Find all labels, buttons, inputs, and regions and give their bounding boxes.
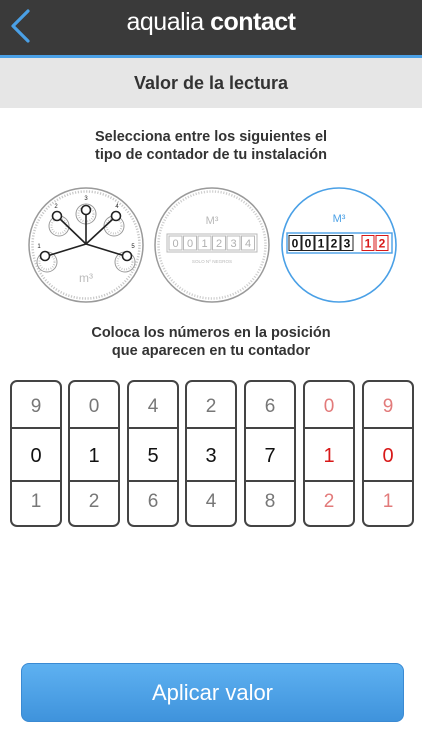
wheel-next-digit[interactable]: 2 [70, 482, 118, 525]
meter-digit: 0 [305, 237, 312, 251]
meter-caption: SOLO Nº NEGROS [192, 259, 232, 264]
meter-unit-label: m³ [79, 271, 93, 285]
wheel-current-digit: 7 [246, 427, 294, 482]
digit-wheel-3[interactable]: 4 5 6 [127, 380, 179, 527]
dial-meter-option[interactable]: 3 2 4 1 5 m³ [27, 186, 145, 304]
instruction-line: que aparecen en tu contador [111, 343, 311, 359]
app-header: aqualia contact [0, 0, 422, 55]
wheel-current-digit: 5 [129, 427, 177, 482]
meter-digit: 2 [331, 237, 338, 251]
wheel-previous-digit[interactable]: 0 [305, 382, 353, 427]
page-title: Valor de la lectura [133, 72, 289, 93]
meter-digit: 2 [216, 238, 222, 250]
black-red-digits-meter-icon: M³ 0 0 1 2 3 1 2 [281, 187, 397, 303]
black-red-digits-meter-option[interactable]: M³ 0 0 1 2 3 1 2 [280, 186, 398, 304]
meter-unit-label: M³ [206, 215, 219, 227]
wheel-current-digit: 0 [12, 427, 60, 482]
instruction-line: Coloca los números en la posición [91, 325, 331, 341]
logo-text-aqualia: aqualia [126, 8, 205, 36]
wheel-next-digit[interactable]: 2 [305, 482, 353, 525]
logo-text-contact: contact [210, 8, 296, 36]
meter-digit: 3 [344, 237, 351, 251]
meter-red-digit: 1 [365, 237, 372, 251]
wheel-current-digit: 3 [187, 427, 235, 482]
digit-position-instructions: Coloca los números en la posición que ap… [0, 324, 422, 360]
black-digits-meter-icon: M³ 0 0 1 2 3 4 SOLO Nº NEGROS [154, 187, 270, 303]
meter-digit: 3 [230, 238, 236, 250]
digit-wheel-2[interactable]: 0 1 2 [68, 380, 120, 527]
apply-value-button[interactable]: Aplicar valor [21, 663, 404, 722]
meter-type-instructions: Selecciona entre los siguientes el tipo … [0, 128, 422, 164]
wheel-previous-digit[interactable]: 9 [364, 382, 412, 427]
digit-wheel-4[interactable]: 2 3 4 [185, 380, 237, 527]
black-digits-meter-option[interactable]: M³ 0 0 1 2 3 4 SOLO Nº NEGROS [153, 186, 271, 304]
wheel-current-digit: 0 [364, 427, 412, 482]
wheel-previous-digit[interactable]: 2 [187, 382, 235, 427]
wheel-previous-digit[interactable]: 6 [246, 382, 294, 427]
meter-digit: 4 [245, 238, 251, 250]
wheel-next-digit[interactable]: 6 [129, 482, 177, 525]
meter-digit: 0 [187, 238, 193, 250]
meter-red-digit: 2 [379, 237, 386, 251]
instruction-line: Selecciona entre los siguientes el [94, 129, 328, 145]
wheel-previous-digit[interactable]: 9 [12, 382, 60, 427]
wheel-current-digit: 1 [305, 427, 353, 482]
meter-unit-label: M³ [333, 213, 346, 225]
digit-wheel-5[interactable]: 6 7 8 [244, 380, 296, 527]
wheel-current-digit: 1 [70, 427, 118, 482]
meter-digit: 1 [201, 238, 207, 250]
app-logo: aqualia contact [0, 8, 422, 37]
meter-digit: 0 [292, 237, 299, 251]
page-title-bar: Valor de la lectura [0, 58, 422, 108]
meter-digit: 0 [172, 238, 178, 250]
instruction-line: tipo de contador de tu instalación [94, 147, 327, 163]
dial-meter-icon: 3 2 4 1 5 m³ [28, 187, 144, 303]
wheel-next-digit[interactable]: 1 [364, 482, 412, 525]
meter-digit: 1 [318, 237, 325, 251]
wheel-previous-digit[interactable]: 4 [129, 382, 177, 427]
digit-wheel-1[interactable]: 9 0 1 [10, 380, 62, 527]
digit-wheel-7[interactable]: 9 0 1 [362, 380, 414, 527]
wheel-next-digit[interactable]: 4 [187, 482, 235, 525]
digit-wheel-6[interactable]: 0 1 2 [303, 380, 355, 527]
wheel-next-digit[interactable]: 1 [12, 482, 60, 525]
wheel-previous-digit[interactable]: 0 [70, 382, 118, 427]
reading-value-screen: aqualia contact Valor de la lectura Sele… [0, 0, 422, 750]
digit-wheels: 9 0 1 0 1 2 4 5 6 2 3 4 6 7 8 0 1 2 9 0 … [10, 380, 416, 528]
wheel-next-digit[interactable]: 8 [246, 482, 294, 525]
